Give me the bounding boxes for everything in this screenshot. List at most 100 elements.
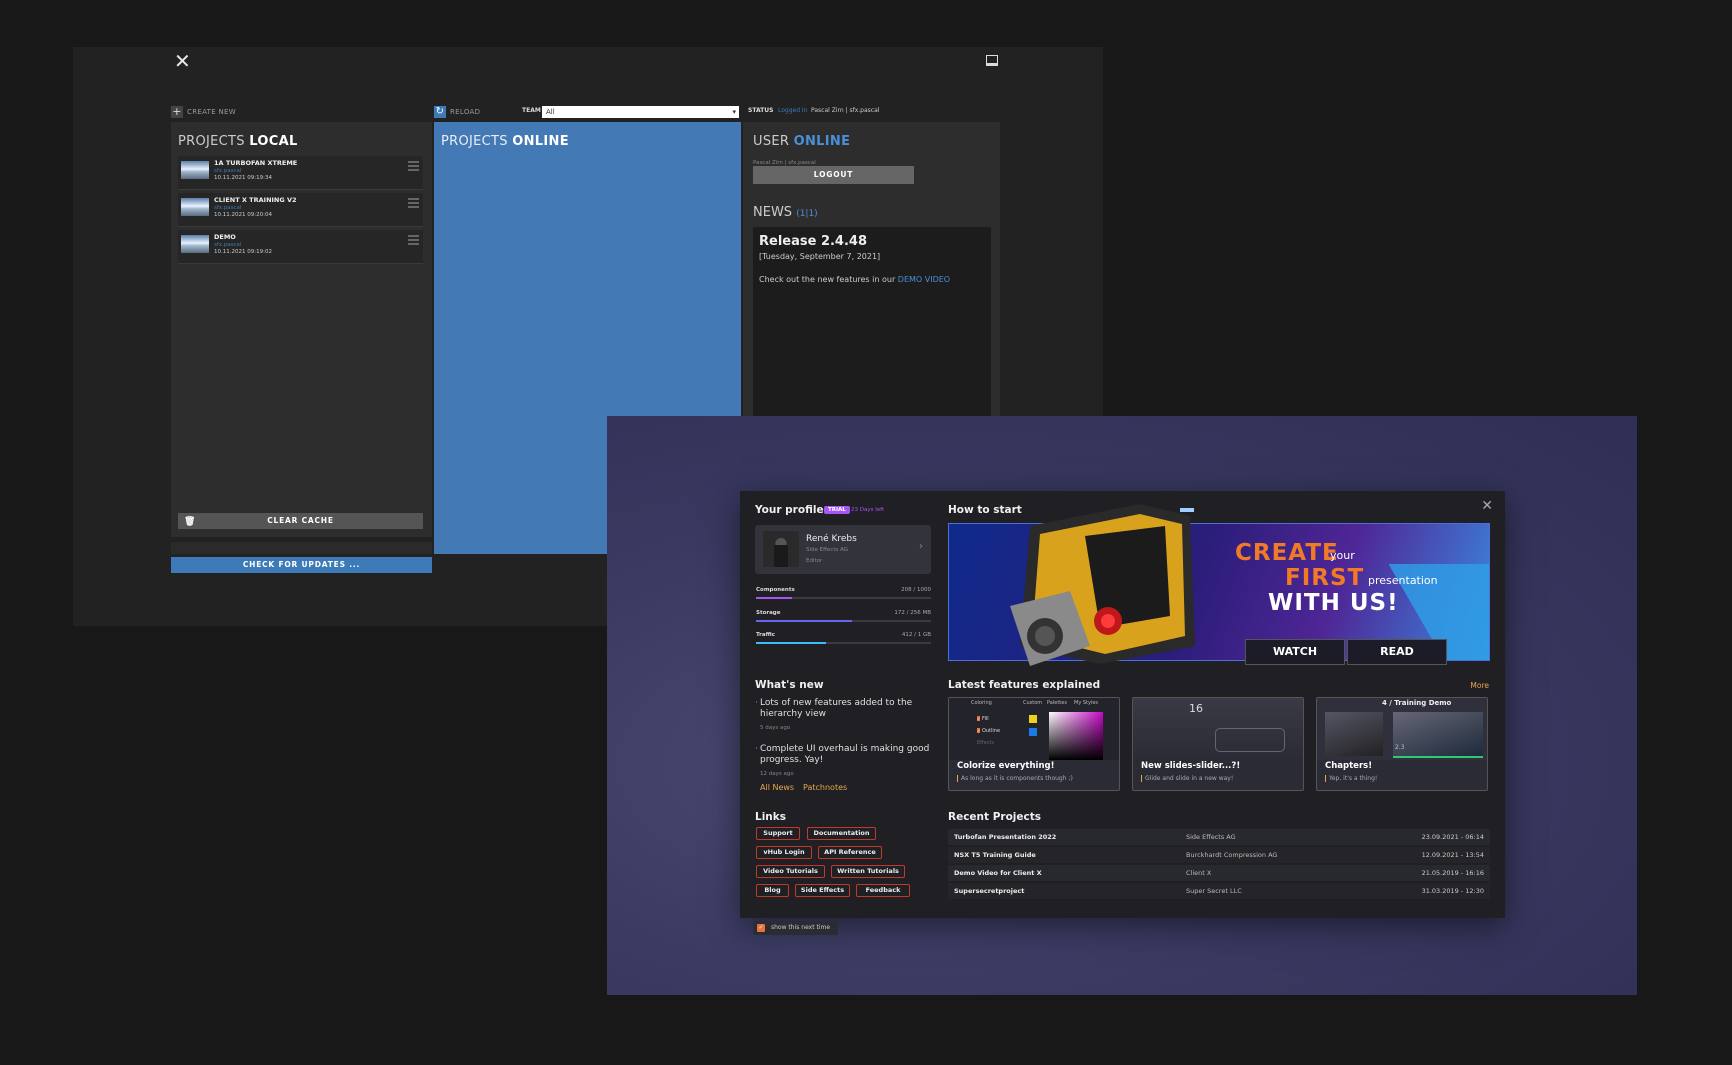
- hero-with-us: WITH US!: [1268, 590, 1399, 616]
- recent-project-date: 23.09.2021 - 06:14: [1421, 833, 1484, 841]
- meter-fill: [756, 642, 826, 644]
- divider: [171, 542, 432, 554]
- link-side-effects[interactable]: Side Effects: [795, 884, 850, 897]
- hero-first: FIRST: [1285, 565, 1365, 591]
- team-label: TEAM: [522, 107, 541, 114]
- read-button[interactable]: READ: [1347, 639, 1447, 665]
- team-select[interactable]: All ▾: [542, 106, 739, 118]
- watch-button[interactable]: WATCH: [1245, 639, 1345, 665]
- local-project-row[interactable]: DEMO sfx.pascal 10.11.2021 09:19:02: [178, 230, 423, 264]
- project-date: 10.11.2021 09:19:34: [214, 175, 272, 181]
- chapter-number: 2.3: [1395, 744, 1405, 751]
- project-thumbnail: [181, 235, 209, 253]
- meter-track: [756, 597, 931, 599]
- link-support[interactable]: Support: [756, 827, 800, 840]
- recent-project-row[interactable]: Demo Video for Client X Client X 21.05.201…: [948, 865, 1490, 881]
- feature-card-title: New slides-slider...?!: [1141, 761, 1241, 771]
- link-blog[interactable]: Blog: [756, 884, 789, 897]
- user-panel: USER ONLINE Pascal Zirn | sfx.pascal LOG…: [743, 122, 1000, 422]
- feature-card-slides[interactable]: 16 New slides-slider...?! Glide and slid…: [1132, 697, 1304, 791]
- recent-project-name: Demo Video for Client X: [954, 869, 1042, 877]
- link-feedback[interactable]: Feedback: [856, 884, 910, 897]
- local-project-row[interactable]: CLIENT X TRAINING V2 sfx.pascal 10.11.2021…: [178, 193, 423, 227]
- project-name: CLIENT X TRAINING V2: [214, 196, 297, 204]
- link-written-tutorials[interactable]: Written Tutorials: [831, 865, 905, 878]
- cockpit-illustration: [1010, 504, 1195, 666]
- chapter-thumb: [1325, 712, 1383, 756]
- demo-video-link[interactable]: DEMO VIDEO: [898, 275, 950, 284]
- hero-your: your: [1330, 549, 1355, 562]
- swatch-blue: [1029, 728, 1037, 736]
- project-name: DEMO: [214, 233, 236, 241]
- link-api-reference[interactable]: API Reference: [818, 846, 882, 859]
- chapter-label: 4 / Training Demo: [1382, 699, 1452, 707]
- project-thumbnail: [181, 161, 209, 179]
- profile-name: René Krebs: [806, 534, 857, 544]
- status-user: Pascal Zirn | sfx.pascal: [811, 107, 880, 114]
- close-icon[interactable]: ✕: [1481, 498, 1493, 514]
- all-news-link[interactable]: All News: [760, 783, 794, 792]
- link-video-tutorials[interactable]: Video Tutorials: [756, 865, 825, 878]
- profile-company: Side Effects AG: [806, 547, 849, 553]
- meter-track: [756, 620, 931, 622]
- patchnotes-link[interactable]: Patchnotes: [803, 783, 847, 792]
- feature-card-title: Chapters!: [1325, 761, 1373, 771]
- chevron-right-icon: ›: [919, 541, 923, 552]
- project-owner: sfx.pascal: [214, 242, 242, 248]
- feature-card-colorize[interactable]: Coloring Custom Palettes My Styles ✓ Fil…: [948, 697, 1120, 791]
- recent-project-date: 12.09.2021 - 13:54: [1421, 851, 1484, 859]
- project-owner: sfx.pascal: [214, 205, 242, 211]
- feature-card-chapters[interactable]: 4 / Training Demo 2.3 Chapters! Yep, it'…: [1316, 697, 1488, 791]
- whats-new-title: What's new: [755, 679, 824, 691]
- recent-project-row[interactable]: Supersecretproject Super Secret LLC 31.03.…: [948, 883, 1490, 899]
- slide-number: 16: [1189, 702, 1203, 715]
- color-picker: [1049, 712, 1103, 760]
- more-link[interactable]: More: [1470, 681, 1489, 690]
- news-age: 5 days ago: [760, 725, 791, 731]
- release-date: [Tuesday, September 7, 2021]: [759, 252, 881, 261]
- hamburger-menu-icon[interactable]: [408, 161, 419, 171]
- feature-card-sub: Yep, it's a thing!: [1325, 775, 1377, 782]
- reload-button[interactable]: ↻ RELOAD: [434, 106, 480, 118]
- color-tab-mystyles: My Styles: [1074, 700, 1099, 706]
- maximize-icon[interactable]: [986, 55, 998, 66]
- logout-button[interactable]: LOGOUT: [753, 166, 914, 184]
- option-effects: Effects: [977, 740, 994, 746]
- feature-card-title: Colorize everything!: [957, 761, 1055, 771]
- clear-cache-button[interactable]: 🗑 CLEAR CACHE: [178, 513, 423, 529]
- hamburger-menu-icon[interactable]: [408, 235, 419, 245]
- recent-project-date: 31.03.2019 - 12:30: [1421, 887, 1484, 895]
- release-text: Check out the new features in our DEMO V…: [759, 275, 951, 284]
- slide-slider: [1215, 728, 1285, 752]
- recent-project-date: 21.05.2019 - 16:16: [1421, 869, 1484, 877]
- feature-card-sub: Glide and slide in a new way!: [1141, 775, 1233, 782]
- close-icon[interactable]: ✕: [174, 49, 191, 73]
- recent-project-client: Client X: [1186, 869, 1212, 877]
- project-thumbnail: [181, 198, 209, 216]
- news-count: (1|1): [796, 209, 818, 219]
- project-owner: sfx.pascal: [214, 168, 242, 174]
- news-item[interactable]: Complete UI overhaul is making good prog…: [755, 744, 935, 766]
- option-outline: ✓ Outline: [977, 728, 1001, 734]
- color-tab-palettes: Palettes: [1047, 700, 1067, 706]
- link-vhub-login[interactable]: vHub Login: [756, 846, 812, 859]
- profile-role: Editor: [806, 558, 823, 564]
- link-documentation[interactable]: Documentation: [807, 827, 876, 840]
- news-item[interactable]: Lots of new features added to the hierar…: [755, 698, 935, 720]
- chevron-down-icon: ▾: [732, 108, 736, 116]
- hamburger-menu-icon[interactable]: [408, 198, 419, 208]
- show-next-time-checkbox[interactable]: ✓ show this next time: [753, 921, 839, 935]
- check-icon: ✓: [757, 924, 765, 932]
- recent-project-row[interactable]: NSX T5 Training Guide Burckhardt Compress…: [948, 847, 1490, 863]
- recent-project-row[interactable]: Turbofan Presentation 2022 Side Effects A…: [948, 829, 1490, 845]
- projects-local-panel: PROJECTS LOCAL 1A TURBOFAN XTREME sfx.pas…: [171, 122, 432, 537]
- create-new-button[interactable]: + CREATE NEW: [171, 106, 236, 118]
- meter-fill: [756, 620, 853, 622]
- local-project-row[interactable]: 1A TURBOFAN XTREME sfx.pascal 10.11.2021 0…: [178, 156, 423, 190]
- user-online-title: USER ONLINE: [753, 134, 851, 149]
- feature-thumbnail: Coloring Custom Palettes My Styles ✓ Fil…: [949, 698, 1119, 760]
- welcome-window: ✕ Your profile TRIAL 23 Days left René K…: [607, 416, 1637, 995]
- profile-card[interactable]: René Krebs Side Effects AG Editor ›: [755, 525, 931, 574]
- hero-create: CREATE: [1235, 540, 1339, 566]
- check-updates-button[interactable]: CHECK FOR UPDATES ...: [171, 557, 432, 573]
